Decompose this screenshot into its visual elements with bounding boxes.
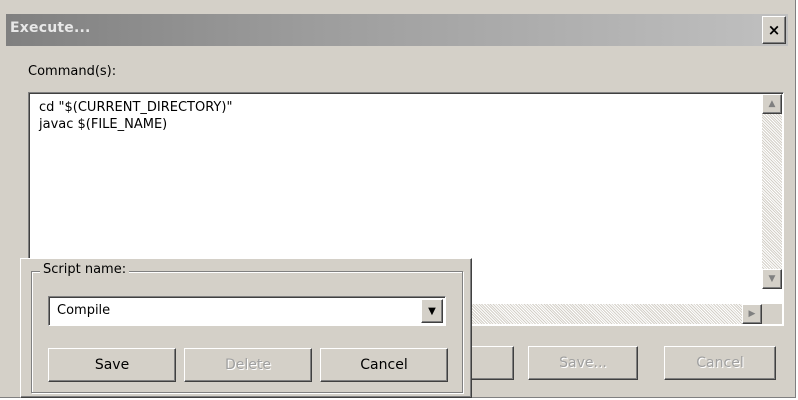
vertical-scrollbar[interactable]: ▲ ▼ xyxy=(762,94,782,289)
arrow-down-icon: ▼ xyxy=(768,274,776,284)
execute-dialog: Execute... × Command(s): cd "$(CURRENT_D… xyxy=(0,0,796,398)
scroll-down-button[interactable]: ▼ xyxy=(762,269,782,289)
chevron-down-icon: ▼ xyxy=(428,305,436,317)
script-name-group: Script name: Compile ▼ Save Delete Cance… xyxy=(31,262,463,393)
window-title: Execute... xyxy=(10,20,91,36)
script-name-value: Compile xyxy=(57,303,111,318)
scroll-up-button[interactable]: ▲ xyxy=(762,94,782,114)
commands-label: Command(s): xyxy=(28,64,117,79)
arrow-right-icon: ▶ xyxy=(748,309,756,319)
arrow-up-icon: ▲ xyxy=(768,99,776,109)
script-name-panel: Script name: Compile ▼ Save Delete Cance… xyxy=(20,258,472,398)
close-button[interactable]: × xyxy=(762,16,786,44)
script-name-label: Script name: xyxy=(40,262,130,277)
title-bar[interactable]: Execute... × xyxy=(6,14,788,46)
dropdown-button[interactable]: ▼ xyxy=(421,299,443,323)
script-save-button[interactable]: Save xyxy=(48,348,176,382)
close-icon: × xyxy=(767,21,781,39)
script-cancel-button[interactable]: Cancel xyxy=(320,348,448,382)
script-delete-button[interactable]: Delete xyxy=(184,348,312,382)
scrollbar-corner xyxy=(762,304,782,324)
script-name-combobox[interactable]: Compile ▼ xyxy=(48,296,446,326)
dialog-cancel-button[interactable]: Cancel xyxy=(664,346,776,380)
scroll-right-button[interactable]: ▶ xyxy=(742,304,762,324)
commands-text[interactable]: cd "$(CURRENT_DIRECTORY)" javac $(FILE_N… xyxy=(39,99,232,133)
dialog-save-as-button[interactable]: Save... xyxy=(528,346,638,380)
